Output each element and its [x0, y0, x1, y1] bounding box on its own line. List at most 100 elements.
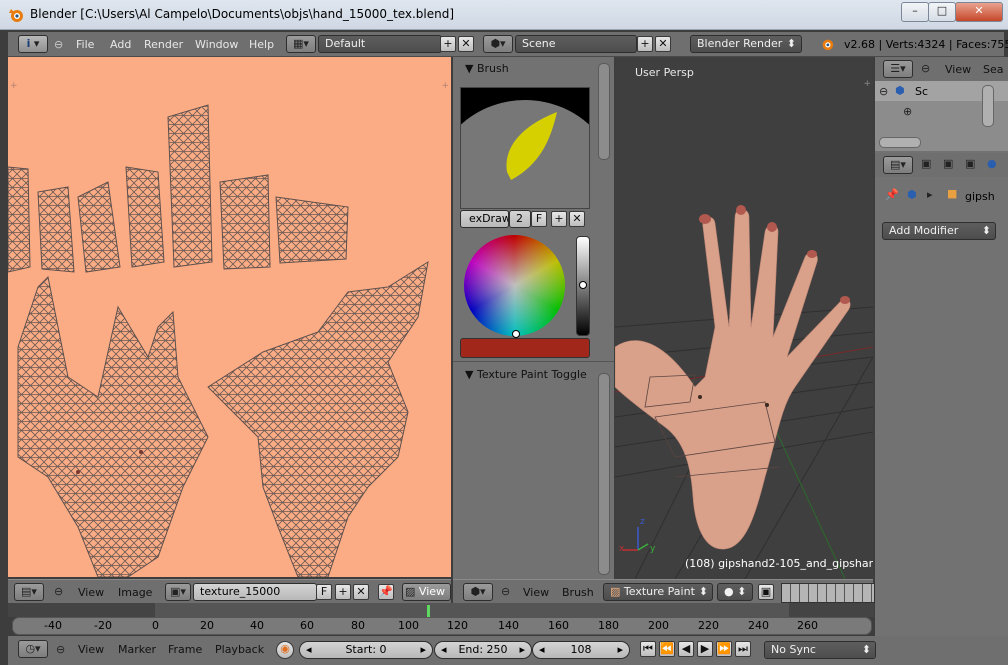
color-wheel[interactable]: [464, 235, 565, 338]
menu-marker[interactable]: Marker: [118, 643, 156, 656]
menu-help[interactable]: Help: [249, 38, 274, 51]
view-label: User Persp: [635, 66, 694, 79]
outliner-scrollbar[interactable]: [982, 85, 994, 127]
new-image-button[interactable]: +: [335, 584, 351, 600]
menu-image[interactable]: Image: [118, 586, 152, 599]
editor-type-image-button[interactable]: ▤▾: [14, 583, 44, 601]
delete-brush-button[interactable]: ✕: [569, 211, 585, 227]
start-frame-field[interactable]: ◂ Start: 0 ▸: [299, 641, 433, 659]
collapse-menu-icon[interactable]: ⊖: [56, 643, 65, 656]
collapse-menu-icon[interactable]: ⊖: [921, 62, 930, 75]
collapse-menu-icon[interactable]: ⊖: [54, 38, 63, 51]
jump-end-button[interactable]: ⏭: [735, 641, 751, 657]
end-frame-field[interactable]: ◂ End: 250 ▸: [434, 641, 532, 659]
timeline-area[interactable]: -40 -20 0 20 40 60 80 100 120 140 160 18…: [8, 603, 874, 635]
next-keyframe-button[interactable]: ⏩: [716, 641, 732, 657]
corner-widget-icon[interactable]: +: [10, 81, 18, 91]
corner-widget-icon[interactable]: +: [441, 81, 449, 91]
render-engine-select[interactable]: Blender Render ⬍: [690, 35, 802, 53]
menu-brush[interactable]: Brush: [562, 586, 594, 599]
record-button[interactable]: ◉: [276, 641, 294, 659]
expand-icon[interactable]: ⊕: [903, 105, 912, 118]
play-button[interactable]: ▶: [697, 641, 713, 657]
maximize-button[interactable]: □: [928, 2, 956, 22]
collapse-menu-icon[interactable]: ⊖: [54, 585, 63, 598]
new-brush-button[interactable]: +: [551, 211, 567, 227]
jump-start-button[interactable]: ⏮: [640, 641, 656, 657]
menu-frame[interactable]: Frame: [168, 643, 202, 656]
tick-label: 80: [351, 619, 365, 632]
editor-type-timeline-button[interactable]: ◷▾: [18, 640, 48, 658]
menu-file[interactable]: File: [76, 38, 94, 51]
mode-select[interactable]: ▨ Texture Paint ⬍: [603, 583, 713, 601]
fake-user-button[interactable]: F: [316, 584, 332, 600]
play-reverse-button[interactable]: ◀: [678, 641, 694, 657]
brush-preview[interactable]: [460, 87, 590, 209]
menu-window[interactable]: Window: [195, 38, 238, 51]
pin-icon[interactable]: 📌: [885, 188, 899, 201]
tool-shelf-scrollbar[interactable]: [598, 373, 610, 575]
menu-view[interactable]: View: [523, 586, 549, 599]
tick-label: 200: [648, 619, 669, 632]
outliner-tree[interactable]: ⊖ ⬢ Sc ⊕: [875, 81, 1008, 151]
value-slider-handle[interactable]: [579, 281, 587, 289]
sync-mode-select[interactable]: No Sync ⬍: [764, 641, 876, 659]
value-slider[interactable]: [576, 236, 590, 336]
prev-keyframe-button[interactable]: ⏪: [659, 641, 675, 657]
scene-tab-icon[interactable]: ▣: [943, 157, 953, 170]
brush-color-swatch[interactable]: [460, 338, 590, 358]
editor-type-info-button[interactable]: i ▾: [18, 35, 48, 53]
menu-view[interactable]: View: [78, 643, 104, 656]
world-tab-icon[interactable]: ▣: [965, 157, 975, 170]
outliner-search[interactable]: Sea: [983, 63, 1004, 76]
close-window-button[interactable]: ✕: [955, 2, 1003, 22]
object-tab-icon[interactable]: ●: [987, 157, 997, 170]
menu-view[interactable]: View: [78, 586, 104, 599]
face-mask-button[interactable]: ▣: [758, 584, 774, 600]
editor-type-properties-button[interactable]: ▤▾: [883, 156, 913, 174]
fake-user-button[interactable]: F: [531, 211, 547, 227]
delete-scene-button[interactable]: ✕: [655, 36, 671, 52]
object-name: gipsh: [965, 190, 995, 203]
view-mode-button[interactable]: ▨ View: [402, 583, 451, 601]
pin-image-button[interactable]: 📌: [378, 584, 394, 600]
add-scene-button[interactable]: +: [637, 36, 653, 52]
screen-layout-field[interactable]: Default: [318, 35, 442, 53]
collapse-menu-icon[interactable]: ⊖: [501, 585, 510, 598]
delete-screen-button[interactable]: ✕: [458, 36, 474, 52]
unlink-image-button[interactable]: ✕: [353, 584, 369, 600]
render-tab-icon[interactable]: ▣: [921, 157, 931, 170]
current-frame-marker[interactable]: [427, 605, 430, 617]
corner-widget-icon[interactable]: +: [863, 79, 871, 89]
menu-playback[interactable]: Playback: [215, 643, 264, 656]
menu-view[interactable]: View: [945, 63, 971, 76]
viewport-shading-select[interactable]: ● ⬍: [717, 583, 753, 601]
outliner-scene-item[interactable]: Sc: [915, 85, 928, 98]
brush-section-header[interactable]: ▼ Brush: [465, 62, 509, 75]
editor-type-outliner-button[interactable]: ☰▾: [883, 60, 913, 78]
scene-icon[interactable]: ⬢▾: [483, 35, 513, 53]
tool-shelf-scrollbar[interactable]: [598, 63, 610, 160]
current-frame-field[interactable]: ◂ 108 ▸: [532, 641, 630, 659]
properties-header: ▤▾ ▣ ▣ ▣ ●: [875, 153, 1008, 177]
editor-type-3d-button[interactable]: ⬢▾: [463, 583, 493, 601]
uv-image-editor-canvas[interactable]: + +: [8, 57, 451, 577]
minimize-button[interactable]: –: [901, 2, 929, 22]
screen-layout-icon[interactable]: ▦▾: [286, 35, 316, 53]
image-name-field[interactable]: texture_15000: [193, 583, 317, 601]
timeline-ruler[interactable]: [12, 617, 872, 635]
outliner-hscrollbar[interactable]: [879, 137, 921, 148]
color-picker-cursor[interactable]: [512, 330, 520, 338]
expand-icon[interactable]: ⊖: [879, 85, 888, 98]
tick-label: 140: [498, 619, 519, 632]
brush-name-field[interactable]: exDraw: [460, 210, 509, 228]
3d-viewport[interactable]: User Persp z y x (108) gipshand2-105_and…: [615, 57, 873, 579]
menu-add[interactable]: Add: [110, 38, 131, 51]
add-modifier-select[interactable]: Add Modifier ⬍: [882, 222, 996, 240]
add-screen-button[interactable]: +: [440, 36, 456, 52]
texture-paint-toggle-header[interactable]: ▼ Texture Paint Toggle: [465, 368, 587, 381]
image-browse-icon[interactable]: ▣▾: [165, 583, 191, 601]
layers-grid[interactable]: [781, 583, 875, 603]
menu-render[interactable]: Render: [144, 38, 183, 51]
scene-field[interactable]: Scene: [515, 35, 637, 53]
